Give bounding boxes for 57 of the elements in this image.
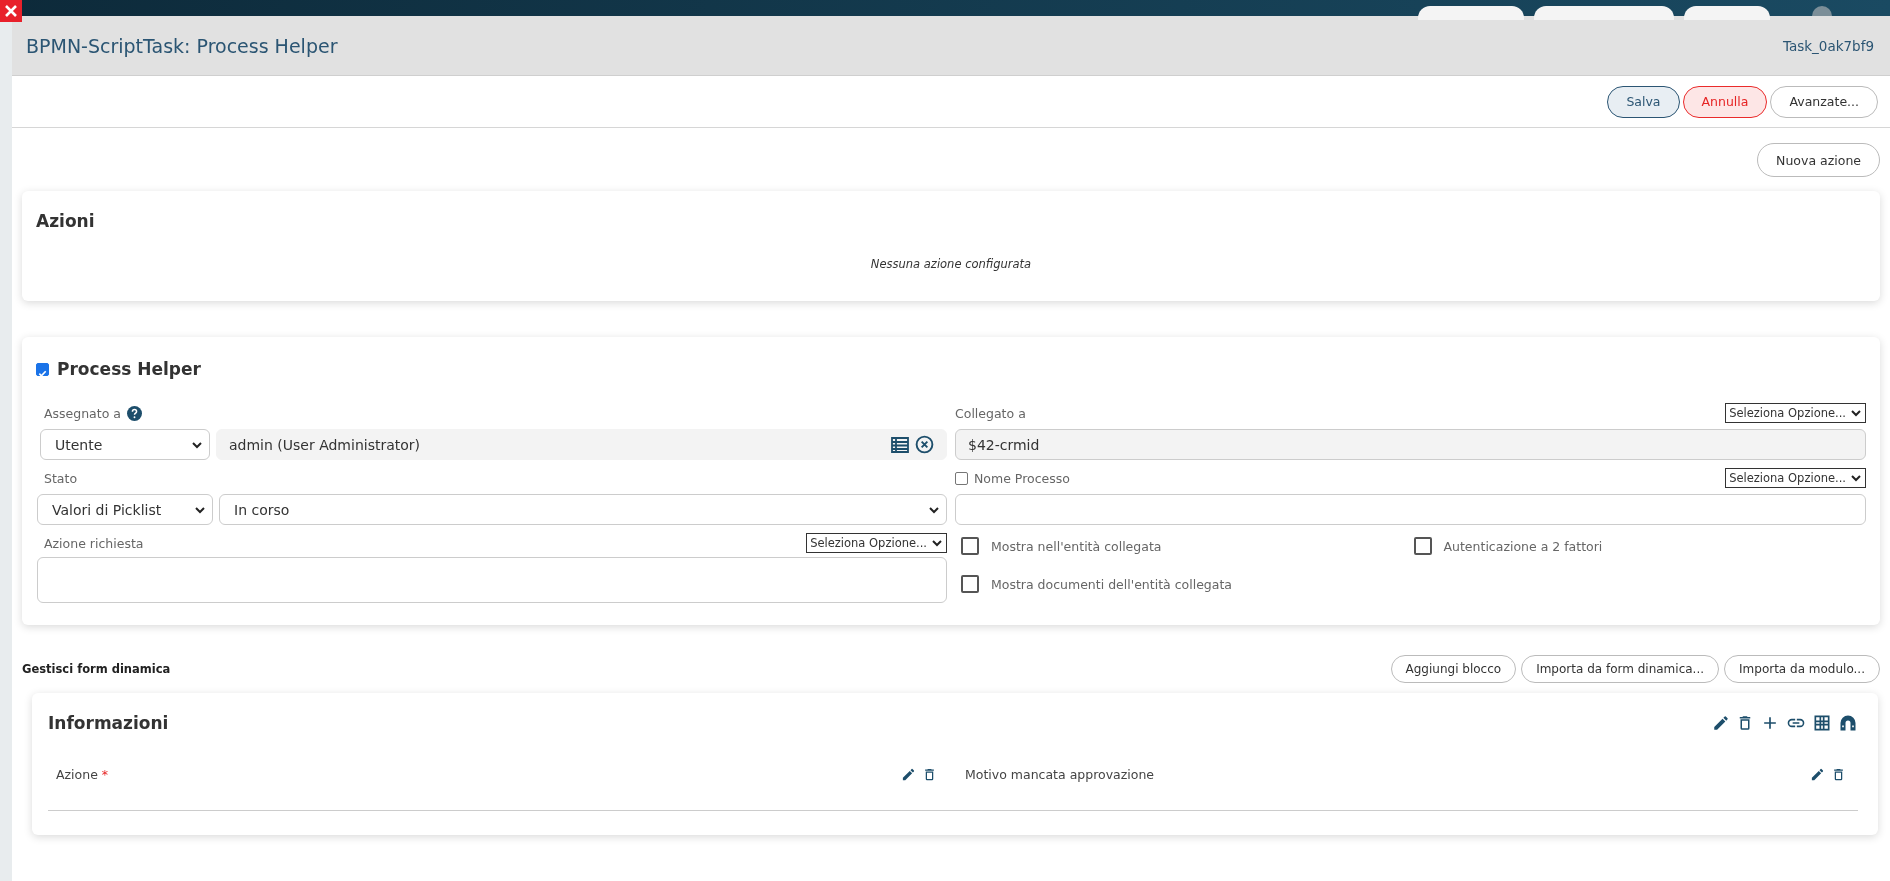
- field-label: Motivo mancata approvazione: [965, 767, 1155, 782]
- grid-icon[interactable]: [1812, 713, 1832, 733]
- header-tab[interactable]: [1684, 6, 1770, 20]
- new-action-button[interactable]: Nuova azione: [1757, 143, 1880, 177]
- select-field[interactable]: Seleziona Opzione...: [1725, 468, 1866, 488]
- field-label: Collegato a: [955, 404, 1026, 423]
- pencil-icon[interactable]: [901, 767, 916, 782]
- checkbox[interactable]: [955, 471, 968, 485]
- trash-icon[interactable]: [1831, 767, 1846, 782]
- section-title: Azioni: [36, 211, 96, 231]
- linked-field[interactable]: $42-crmid: [955, 429, 1866, 460]
- checkbox[interactable]: [961, 537, 979, 555]
- close-button[interactable]: [0, 0, 22, 22]
- close-icon: [4, 4, 18, 18]
- header-tab[interactable]: [1534, 6, 1674, 20]
- window-title: BPMN-ScriptTask: Process Helper: [26, 34, 338, 57]
- select-field[interactable]: Utente: [40, 429, 210, 460]
- advanced-button[interactable]: Avanzate...: [1770, 85, 1878, 118]
- action-button[interactable]: Aggiungi blocco: [1390, 655, 1517, 683]
- cancel-button[interactable]: Annulla: [1682, 85, 1768, 118]
- avatar[interactable]: [1812, 6, 1832, 16]
- checkbox-label: Autenticazione a 2 fattori: [1443, 538, 1603, 554]
- chevron-down-icon: [1850, 407, 1862, 419]
- header-tab[interactable]: [1418, 6, 1524, 20]
- field-label: Azione richiesta: [44, 534, 144, 553]
- field-label: Stato: [44, 469, 78, 488]
- checkbox[interactable]: [36, 362, 49, 376]
- chevron-down-icon: [1850, 472, 1862, 484]
- checkbox[interactable]: [961, 575, 979, 593]
- pencil-icon[interactable]: [1810, 767, 1825, 782]
- magnet-icon[interactable]: [1838, 713, 1858, 733]
- trash-icon[interactable]: [922, 767, 937, 782]
- field-label: Nome Processo: [974, 470, 1070, 486]
- process-name-field[interactable]: [955, 494, 1866, 525]
- help-icon[interactable]: [126, 405, 142, 421]
- field-label: Azione *: [56, 767, 109, 782]
- checkbox[interactable]: [1413, 537, 1432, 555]
- clear-icon[interactable]: [915, 435, 934, 454]
- chevron-down-icon: [931, 537, 943, 549]
- select-field[interactable]: Seleziona Opzione...: [806, 533, 947, 553]
- select-field[interactable]: Seleziona Opzione...: [1725, 403, 1866, 423]
- pencil-icon[interactable]: [1712, 714, 1730, 732]
- block-title: Informazioni: [48, 713, 169, 733]
- section-title: Process Helper: [57, 359, 201, 379]
- select-field[interactable]: In corso: [219, 494, 947, 525]
- action-button[interactable]: Importa da form dinamica...: [1521, 655, 1720, 683]
- task-id: Task_0ak7bf9: [1782, 37, 1874, 54]
- select-field[interactable]: Valori di Picklist: [37, 494, 213, 525]
- field-label: Assegnato a: [44, 405, 121, 421]
- empty-message: Nessuna azione configurata: [869, 257, 1033, 271]
- list-icon[interactable]: [891, 436, 909, 453]
- checkbox-label: Mostra nell'entità collegata: [991, 538, 1162, 554]
- user-field[interactable]: admin (User Administrator): [216, 429, 947, 460]
- checkbox-label: Mostra documenti dell'entità collegata: [991, 576, 1232, 592]
- action-button[interactable]: Importa da modulo...: [1724, 655, 1880, 683]
- save-button[interactable]: Salva: [1607, 85, 1680, 118]
- section-title: Gestisci form dinamica: [22, 662, 171, 676]
